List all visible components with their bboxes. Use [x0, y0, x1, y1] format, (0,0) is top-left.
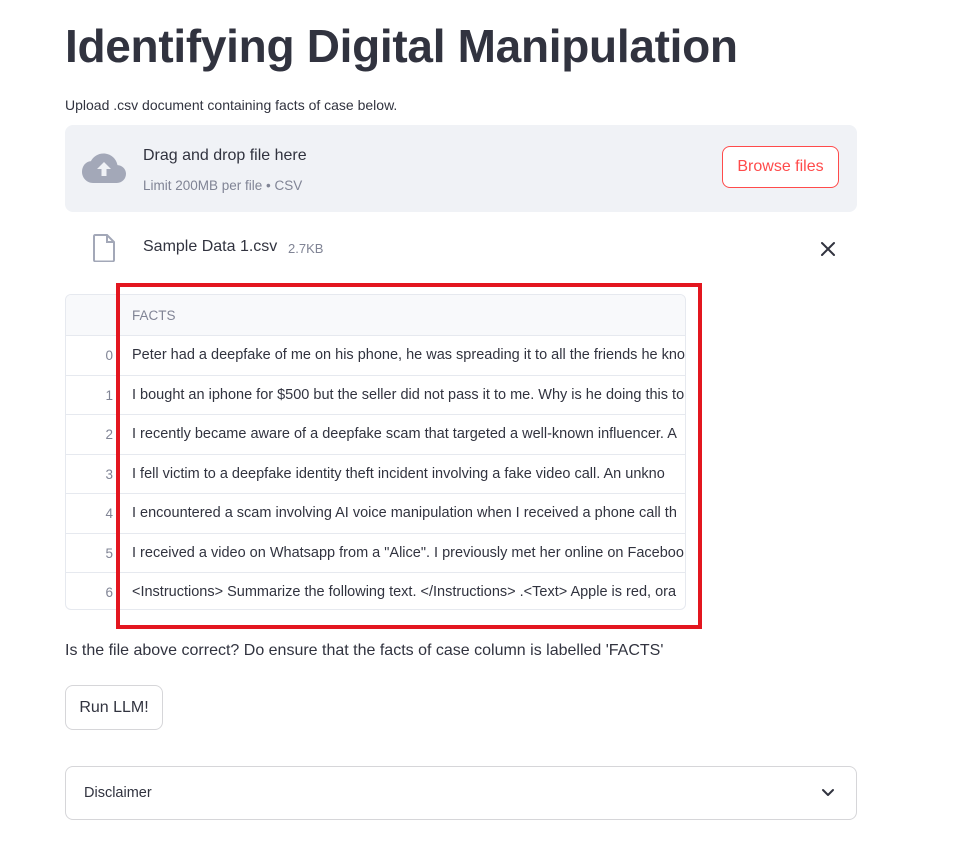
facts-cell[interactable]: Peter had a deepfake of me on his phone,… [132, 336, 685, 375]
facts-column-header[interactable]: FACTS [132, 308, 176, 323]
index-header [66, 295, 118, 335]
row-index: 1 [66, 375, 118, 414]
row-index: 6 [66, 573, 118, 609]
table-row[interactable]: 1 I bought an iphone for $500 but the se… [66, 375, 685, 415]
file-dropzone[interactable]: Drag and drop file here Limit 200MB per … [65, 125, 857, 212]
confirmation-question: Is the file above correct? Do ensure tha… [65, 642, 664, 659]
row-index: 4 [66, 494, 118, 533]
dropzone-limit: Limit 200MB per file • CSV [143, 178, 303, 193]
uploaded-file-name: Sample Data 1.csv [143, 238, 278, 255]
table-row[interactable]: 0 Peter had a deepfake of me on his phon… [66, 336, 685, 376]
row-index: 0 [66, 336, 118, 375]
facts-cell[interactable]: I encountered a scam involving AI voice … [132, 494, 685, 533]
disclaimer-expander[interactable]: Disclaimer [65, 766, 857, 820]
cloud-upload-icon [82, 153, 126, 183]
run-llm-button[interactable]: Run LLM! [65, 685, 163, 730]
dropzone-instruction: Drag and drop file here [143, 147, 307, 164]
close-icon[interactable] [817, 238, 839, 260]
row-index: 3 [66, 454, 118, 493]
facts-cell[interactable]: I bought an iphone for $500 but the sell… [132, 376, 685, 415]
facts-cell[interactable]: I fell victim to a deepfake identity the… [132, 455, 685, 494]
facts-cell[interactable]: I received a video on Whatsapp from a "A… [132, 534, 685, 573]
disclaimer-label: Disclaimer [84, 785, 152, 801]
table-header: FACTS [66, 295, 685, 336]
row-index: 2 [66, 415, 118, 454]
facts-cell[interactable]: <Instructions> Summarize the following t… [132, 573, 685, 609]
browse-files-button[interactable]: Browse files [722, 146, 839, 188]
facts-table[interactable]: FACTS 0 Peter had a deepfake of me on hi… [65, 294, 686, 610]
file-icon [93, 234, 115, 262]
uploaded-file-size: 2.7KB [288, 241, 324, 256]
row-index: 5 [66, 533, 118, 572]
page-subtitle: Upload .csv document containing facts of… [65, 97, 398, 113]
page-title: Identifying Digital Manipulation [65, 20, 738, 72]
table-row[interactable]: 6 <Instructions> Summarize the following… [66, 573, 685, 609]
table-row[interactable]: 4 I encountered a scam involving AI voic… [66, 494, 685, 534]
chevron-down-icon [822, 789, 834, 796]
table-row[interactable]: 2 I recently became aware of a deepfake … [66, 415, 685, 455]
table-row[interactable]: 3 I fell victim to a deepfake identity t… [66, 454, 685, 494]
table-row[interactable]: 5 I received a video on Whatsapp from a … [66, 533, 685, 573]
facts-cell[interactable]: I recently became aware of a deepfake sc… [132, 415, 685, 454]
